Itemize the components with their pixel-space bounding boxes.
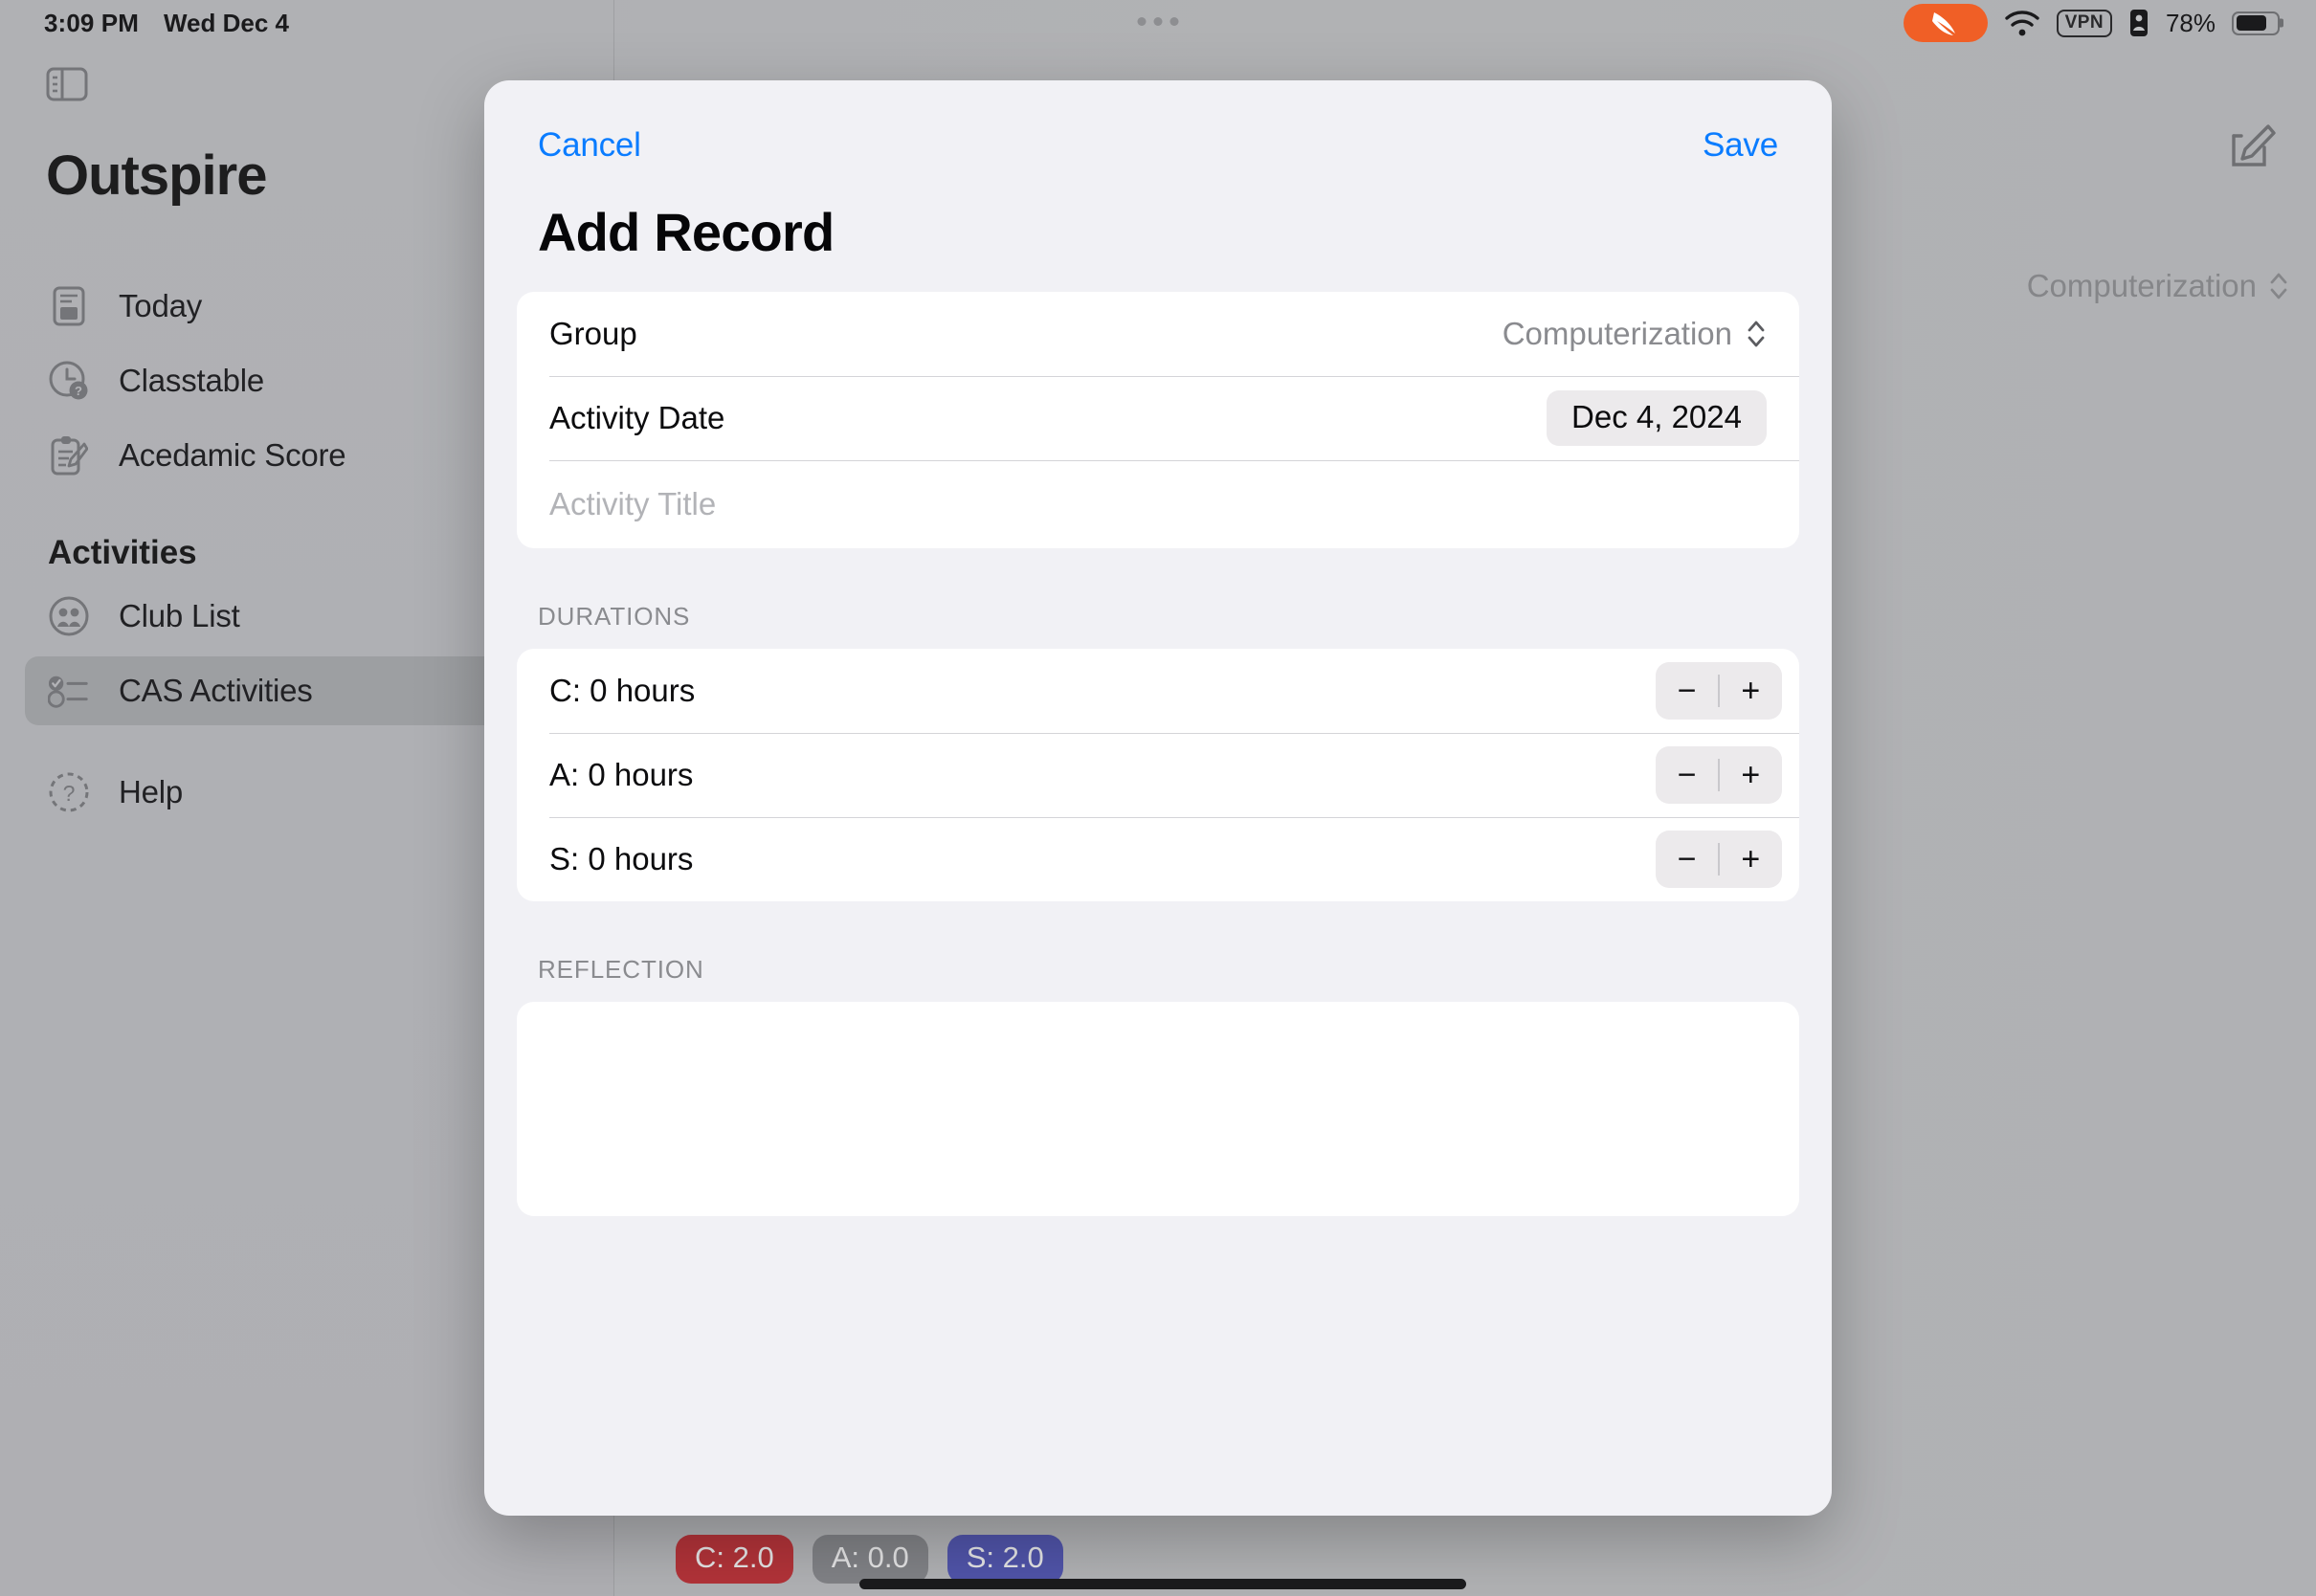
chip-activity: A: 0.0 xyxy=(812,1535,928,1584)
status-bar-right: VPN 78% xyxy=(1903,4,2280,42)
screen-record-icon xyxy=(2128,8,2149,38)
service-stepper[interactable]: − + xyxy=(1656,831,1782,888)
swift-app-badge[interactable] xyxy=(1903,4,1988,42)
wifi-icon xyxy=(2004,9,2040,37)
add-record-sheet: Cancel Save Add Record Group Computeriza… xyxy=(484,80,1832,1516)
status-date: Wed Dec 4 xyxy=(163,8,289,37)
group-row[interactable]: Group Computerization xyxy=(517,292,1799,376)
sidebar-item-label: Classtable xyxy=(119,363,265,398)
cancel-button[interactable]: Cancel xyxy=(538,126,641,165)
duration-row-activity: A: 0 hours − + xyxy=(517,733,1799,817)
app-title: Outspire xyxy=(46,144,267,207)
document-icon xyxy=(48,285,90,327)
clock-question-icon: ? xyxy=(48,360,90,402)
chip-service: S: 2.0 xyxy=(946,1535,1063,1584)
screen-root: Outspire Today ? Classtable Acedamic Sco… xyxy=(0,0,2316,1596)
save-button[interactable]: Save xyxy=(1703,126,1778,165)
record-fields-card: Group Computerization Activity Date Dec … xyxy=(517,292,1799,548)
minus-icon[interactable]: − xyxy=(1656,662,1718,720)
svg-text:?: ? xyxy=(63,781,76,806)
durations-section-header: DURATIONS xyxy=(538,602,691,631)
multitask-handle[interactable] xyxy=(1137,17,1179,26)
reflection-section-header: REFLECTION xyxy=(538,955,704,984)
duration-label: A: 0 hours xyxy=(549,757,694,792)
creativity-stepper[interactable]: − + xyxy=(1656,662,1782,720)
duration-row-service: S: 0 hours − + xyxy=(517,817,1799,901)
vpn-badge: VPN xyxy=(2056,9,2112,37)
sidebar-item-label: CAS Activities xyxy=(119,673,313,708)
background-group-selector[interactable]: Computerization xyxy=(2027,268,2289,304)
activity-stepper[interactable]: − + xyxy=(1656,746,1782,804)
status-bar: 3:09 PM Wed Dec 4 VPN 78% xyxy=(0,0,2316,46)
group-value-wrap[interactable]: Computerization xyxy=(1503,316,1767,352)
home-indicator[interactable] xyxy=(859,1579,1466,1589)
handle-dot xyxy=(1169,17,1179,26)
activity-date-label: Activity Date xyxy=(549,400,725,435)
question-circle-dashed-icon: ? xyxy=(48,771,90,813)
sheet-navigation-bar: Cancel Save xyxy=(484,80,1832,165)
duration-label: S: 0 hours xyxy=(549,841,694,876)
group-value: Computerization xyxy=(1502,316,1732,351)
activity-title-input[interactable]: Activity Title xyxy=(549,486,716,522)
durations-card: C: 0 hours − + A: 0 hours − + S: 0 hours xyxy=(517,649,1799,901)
sidebar-item-label: Club List xyxy=(119,598,240,633)
plus-icon[interactable]: + xyxy=(1720,662,1782,720)
chip-creativity: C: 2.0 xyxy=(676,1535,793,1584)
date-picker-button[interactable]: Dec 4, 2024 xyxy=(1547,390,1767,446)
compose-icon[interactable] xyxy=(2228,122,2276,170)
handle-dot xyxy=(1153,17,1163,26)
status-time: 3:09 PM xyxy=(44,8,139,37)
minus-icon[interactable]: − xyxy=(1656,831,1718,888)
status-bar-left: 3:09 PM Wed Dec 4 xyxy=(44,9,289,38)
page-title: Add Record xyxy=(538,202,835,262)
plus-icon[interactable]: + xyxy=(1720,746,1782,804)
background-group-value: Computerization xyxy=(2026,268,2257,303)
handle-dot xyxy=(1137,17,1147,26)
sidebar-item-label: Today xyxy=(119,288,203,323)
minus-icon[interactable]: − xyxy=(1656,746,1718,804)
duration-label: C: 0 hours xyxy=(549,673,696,708)
activity-date-row[interactable]: Activity Date Dec 4, 2024 xyxy=(517,376,1799,460)
sidebar-item-label: Acedamic Score xyxy=(119,437,346,473)
sidebar-item-label: Help xyxy=(119,774,184,809)
activity-title-row[interactable]: Activity Title xyxy=(517,460,1799,548)
battery-percent: 78% xyxy=(2165,8,2216,37)
clipboard-pencil-icon xyxy=(48,434,90,477)
checklist-icon xyxy=(48,670,90,712)
sidebar-toggle-icon[interactable] xyxy=(46,67,88,101)
chevron-up-down-icon xyxy=(2268,270,2289,302)
battery-icon xyxy=(2232,11,2280,35)
duration-row-creativity: C: 0 hours − + xyxy=(517,649,1799,733)
svg-text:?: ? xyxy=(75,384,82,398)
chevron-up-down-icon xyxy=(1746,318,1767,350)
reflection-textarea[interactable] xyxy=(517,1002,1799,1216)
battery-fill xyxy=(2236,15,2267,31)
plus-icon[interactable]: + xyxy=(1720,831,1782,888)
people-circle-icon xyxy=(48,595,90,637)
duration-chips: C: 2.0 A: 0.0 S: 2.0 xyxy=(676,1535,1063,1584)
group-label: Group xyxy=(549,316,637,351)
